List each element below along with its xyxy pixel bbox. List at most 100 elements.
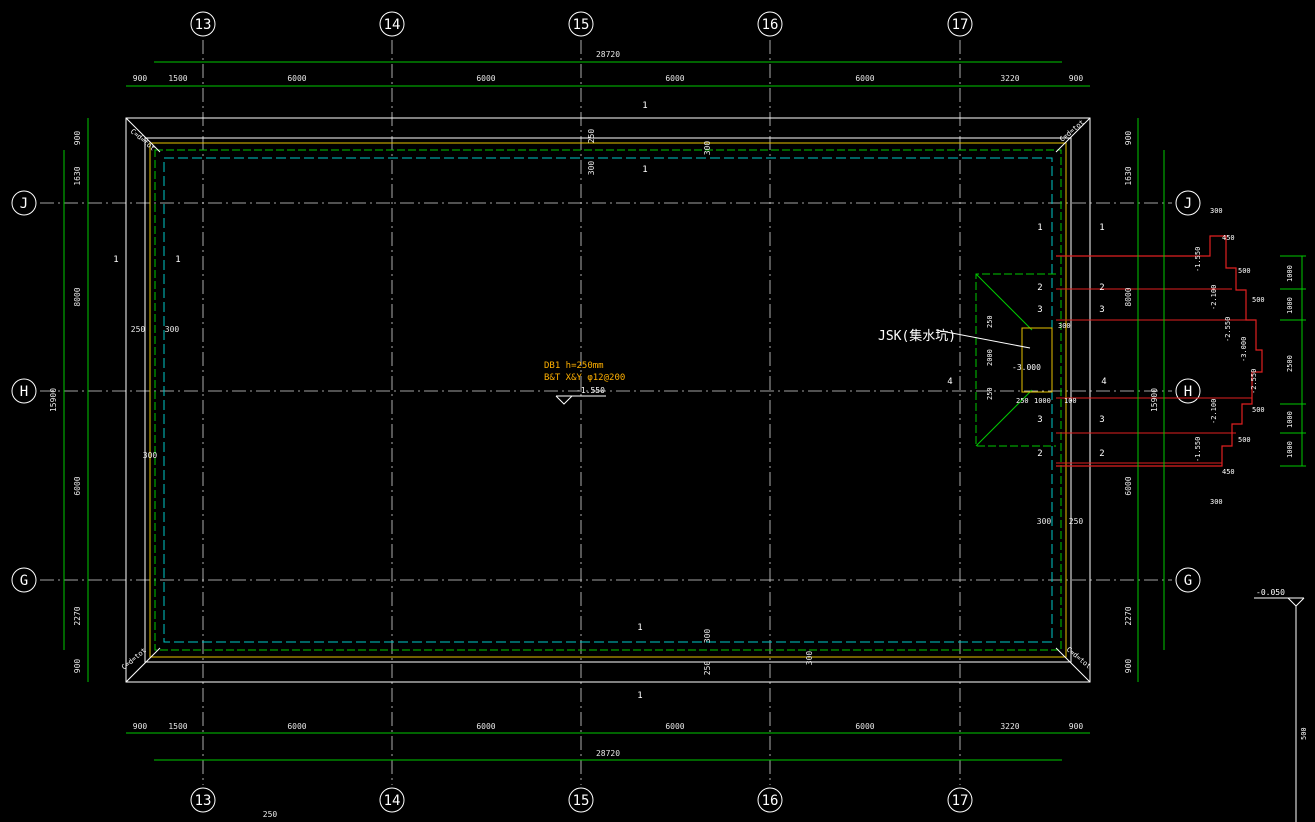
corner-tag-tr: C=d=tot [1058,118,1086,143]
dim-left-6000: 6000 [73,476,82,495]
dim-top-900-r: 900 [1069,74,1084,83]
wall-face-green [154,149,1062,651]
dim-right-total-text: 15900 [1150,388,1159,412]
right-level-text: -0.050 [1256,588,1285,597]
axis-label-G-right: G [1184,573,1192,589]
dim-top-6000-b: 6000 [476,74,495,83]
section-bottom: 1 [637,691,642,701]
right-sec-4: 4 [1101,377,1106,387]
pit-dim-250-a: 250 [986,315,994,328]
dim-right-900-t: 900 [1124,131,1133,146]
section-left: 1 [113,255,118,265]
pit-dim-100: 100 [1064,397,1077,405]
wall-dim-300-right: 300 [1037,517,1052,526]
pit-inner [1021,327,1053,393]
cad-drawing: 13 14 15 16 17 13 14 15 16 17 J H G J H … [11,11,1308,822]
stair-500-1: 500 [1238,267,1251,275]
right-sec-2b: 2 [1099,449,1104,459]
section-top: 1 [642,101,647,111]
axis-label-14-bottom: 14 [384,793,401,809]
axis-label-J-left: J [20,196,28,212]
pit-sec-3: 3 [1037,305,1042,315]
dim-bottom-3220: 3220 [1000,722,1019,731]
stair-level-7: -1.550 [1194,437,1202,462]
dim-bottom-900-l: 900 [133,722,148,731]
dimension-lines [63,61,1165,761]
grid-lines [40,40,1172,785]
axis-label-13-bottom: 13 [195,793,212,809]
slab-level-triangle-icon [555,395,573,405]
section-top-inner: 1 [642,165,647,175]
stair-level-6: -2.100 [1210,399,1218,424]
stair-500-4: 500 [1238,436,1251,444]
right-sec-3b: 3 [1099,415,1104,425]
right-sec-2: 2 [1099,283,1104,293]
stair-dim-1000-d: 1000 [1286,441,1294,458]
dim-bottom-900-r: 900 [1069,722,1084,731]
slab-level-text: -1.550 [576,386,605,395]
axis-labels: 13 14 15 16 17 13 14 15 16 17 J H G J H … [20,17,1192,809]
stair-level-3: -2.550 [1224,317,1232,342]
axis-label-14-top: 14 [384,17,401,33]
dim-left-900-t: 900 [73,131,82,146]
stair-texts: 300 450 450 300 500 500 500 500 1000 100… [1194,207,1294,506]
structure-outline [125,117,1091,683]
wall-dim-250-bottom: 250 [703,661,712,676]
corner-tag-bl: C=d=tot [120,646,148,671]
wall-dim-250-left: 250 [131,325,146,334]
corner-tag-br: C=d=tot [1065,645,1093,670]
pit-sec-2b: 2 [1037,449,1042,459]
dim-top-6000-d: 6000 [855,74,874,83]
stair-500-2: 500 [1252,296,1265,304]
dim-top-1500: 1500 [168,74,187,83]
stair-profile-red [1056,235,1263,467]
axis-label-15-bottom: 15 [573,793,590,809]
pit-sec-4: 4 [947,377,952,387]
dim-right-8000: 8000 [1124,287,1133,306]
stair-top-300: 300 [1210,207,1223,215]
slab-note-2: B&T X&Y φ12@200 [544,373,625,383]
right-level-triangle-icon [1287,597,1305,607]
pit-dim-1000: 1000 [1034,397,1051,405]
axis-label-15-top: 15 [573,17,590,33]
pit-level: -3.000 [1012,363,1041,372]
wall-dim-300-top: 300 [587,161,596,176]
corner-tags: C=d=tot C=d=tot C=d=tot C=d=tot [120,118,1092,671]
dim-right-900-b: 900 [1124,659,1133,674]
wall-dim-300-bottom: 300 [703,629,712,644]
stair-top-450: 450 [1222,234,1235,242]
dim-left-2270: 2270 [73,606,82,625]
axis-label-17-top: 17 [952,17,969,33]
right-sec-3: 3 [1099,305,1104,315]
dim-bottom-6000-c: 6000 [665,722,684,731]
stair-level-2: -2.100 [1210,285,1218,310]
stair-detail [1056,235,1306,467]
pit-sec-2: 2 [1037,283,1042,293]
slab-edge-cyan [163,157,1053,643]
axis-bubbles [11,11,1201,813]
right-elev-500: 500 [1300,727,1308,740]
dim-right-6000: 6000 [1124,476,1133,495]
right-sec-1: 1 [1099,223,1104,233]
pit-dim-2000: 2000 [986,349,994,366]
axis-label-J-right: J [1184,196,1192,212]
stair-dim-1000-c: 1000 [1286,411,1294,428]
wall-dim-300-top-2: 300 [703,141,712,156]
axis-label-17-bottom: 17 [952,793,969,809]
dim-left-8000: 8000 [73,287,82,306]
pit-diagonal-1 [975,273,1033,331]
wall-dim-300-left: 300 [165,325,180,334]
dimension-texts: 28720 900 1500 6000 6000 6000 6000 3220 … [49,50,1159,819]
dim-top-total-text: 28720 [596,50,620,59]
stair-level-5: -2.550 [1250,369,1258,394]
section-left-inner: 1 [175,255,180,265]
stair-level-1: -1.550 [1194,247,1202,272]
stair-dim-2500: 2500 [1286,355,1294,372]
dim-bottom-6000-a: 6000 [287,722,306,731]
axis-label-13-top: 13 [195,17,212,33]
corner-tag-tl: C=d=tot [129,127,157,152]
stair-bottom-450: 450 [1222,468,1235,476]
dim-right-2270: 2270 [1124,606,1133,625]
wall-dim-300-left-2: 300 [143,451,158,460]
axis-label-H-left: H [20,384,28,400]
